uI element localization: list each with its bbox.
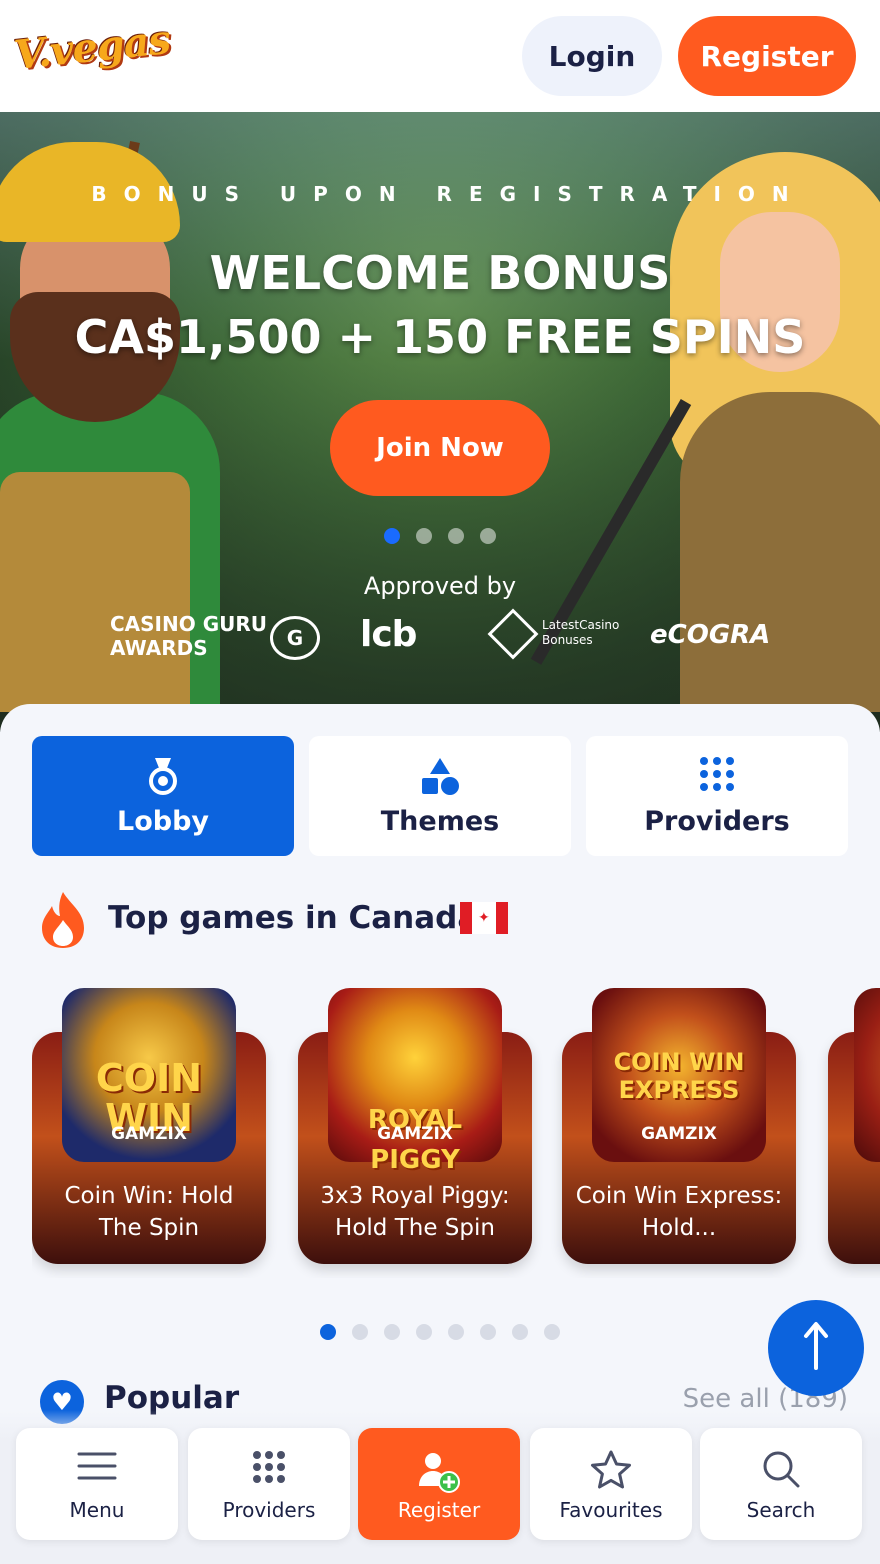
flame-icon bbox=[42, 892, 84, 948]
game-thumbnail[interactable] bbox=[854, 988, 880, 1162]
grid-icon bbox=[253, 1451, 285, 1483]
top-games-pagination bbox=[320, 1324, 560, 1340]
game-provider-brand: GAMZIX bbox=[111, 1124, 187, 1144]
banner-bonus-amount: CA$1,500 + 150 FREE SPINS bbox=[74, 310, 806, 364]
arrow-up-icon bbox=[804, 1322, 828, 1370]
top-games-title: Top games in Canada bbox=[108, 900, 479, 936]
games-page-dot[interactable] bbox=[448, 1324, 464, 1340]
nav-favourites[interactable]: Favourites bbox=[530, 1428, 692, 1540]
game-title: Coin Win Express: Hold... bbox=[575, 1183, 783, 1241]
nav-search-label: Search bbox=[746, 1498, 816, 1522]
approved-by-label: Approved by bbox=[363, 572, 517, 600]
logo-text: V.vegas bbox=[11, 15, 173, 80]
banner-dot-3[interactable] bbox=[448, 528, 464, 544]
scroll-to-top-button[interactable] bbox=[768, 1300, 864, 1396]
search-icon bbox=[763, 1451, 800, 1488]
latest-line1: LatestCasino bbox=[542, 618, 620, 632]
menu-icon bbox=[77, 1452, 117, 1480]
tab-providers[interactable]: Providers bbox=[586, 736, 848, 856]
nav-register[interactable]: Register bbox=[358, 1428, 520, 1540]
latest-line2: Bonuses bbox=[542, 633, 593, 647]
tab-themes-label: Themes bbox=[380, 806, 500, 837]
nav-search[interactable]: Search bbox=[700, 1428, 862, 1540]
game-title: 3x3 Royal Piggy: Hold The Spin bbox=[320, 1183, 510, 1241]
game-thumbnail[interactable]: COIN WIN GAMZIX bbox=[62, 988, 236, 1162]
register-button[interactable]: Register bbox=[678, 16, 856, 96]
nav-register-label: Register bbox=[397, 1498, 481, 1522]
game-provider-brand: GAMZIX bbox=[377, 1124, 453, 1144]
latest-casino-bonuses-logo: LatestCasino Bonuses bbox=[542, 618, 619, 648]
casino-guru-awards-logo: CASINO GURU AWARDS bbox=[110, 612, 267, 660]
games-page-dot[interactable] bbox=[352, 1324, 368, 1340]
game-thumbnail[interactable]: ROYAL PIGGY GAMZIX bbox=[328, 988, 502, 1175]
game-card-partial[interactable] bbox=[828, 988, 880, 1264]
top-games-header: Top games in Canada ✦ bbox=[40, 890, 840, 950]
games-page-dot[interactable] bbox=[384, 1324, 400, 1340]
lcb-logo: lcb bbox=[360, 614, 417, 655]
game-card[interactable]: COIN WIN EXPRESS GAMZIX Coin Win Express… bbox=[562, 988, 796, 1264]
welcome-bonus-banner[interactable]: BONUS UPON REGISTRATION WELCOME BONUS CA… bbox=[0, 112, 880, 732]
banner-dot-2[interactable] bbox=[416, 528, 432, 544]
user-plus-icon bbox=[419, 1453, 460, 1493]
bottom-navigation: Menu Providers Register Favourites Searc… bbox=[0, 1410, 880, 1564]
category-tabs: Lobby Themes Providers bbox=[32, 736, 848, 856]
canada-flag-icon: ✦ bbox=[460, 902, 508, 934]
games-page-dot[interactable] bbox=[512, 1324, 528, 1340]
banner-subtitle: BONUS UPON REGISTRATION bbox=[91, 182, 806, 206]
latest-casino-bonuses-icon bbox=[487, 608, 539, 660]
banner-dot-4[interactable] bbox=[480, 528, 496, 544]
banner-dot-1[interactable] bbox=[384, 528, 400, 544]
nav-menu[interactable]: Menu bbox=[16, 1428, 178, 1540]
tab-themes[interactable]: Themes bbox=[309, 736, 571, 856]
casino-guru-line1: CASINO GURU bbox=[110, 612, 268, 636]
nav-menu-label: Menu bbox=[69, 1498, 125, 1522]
games-page-dot[interactable] bbox=[544, 1324, 560, 1340]
tab-providers-label: Providers bbox=[644, 806, 790, 837]
casino-guru-line2: AWARDS bbox=[110, 636, 208, 660]
banner-pagination bbox=[384, 528, 496, 544]
casino-guru-badge-icon: G bbox=[270, 616, 320, 660]
medal-icon bbox=[149, 758, 177, 795]
tab-lobby[interactable]: Lobby bbox=[32, 736, 294, 856]
game-card[interactable]: COIN WIN GAMZIX Coin Win: Hold The Spin bbox=[32, 988, 266, 1264]
nav-providers[interactable]: Providers bbox=[188, 1428, 350, 1540]
star-icon bbox=[591, 1450, 631, 1489]
grid-icon bbox=[700, 757, 734, 791]
game-card[interactable]: ROYAL PIGGY GAMZIX 3x3 Royal Piggy: Hold… bbox=[298, 988, 532, 1264]
top-games-carousel: COIN WIN GAMZIX Coin Win: Hold The Spin … bbox=[32, 988, 880, 1278]
game-provider-brand: GAMZIX bbox=[641, 1124, 717, 1144]
shapes-icon bbox=[422, 758, 459, 795]
partner-logos: CASINO GURU AWARDS G lcb LatestCasino Bo… bbox=[110, 608, 790, 662]
site-header: V.vegas Login Register bbox=[0, 0, 880, 112]
games-page-dot[interactable] bbox=[320, 1324, 336, 1340]
nav-providers-label: Providers bbox=[222, 1498, 316, 1522]
game-thumbnail-title: COIN WIN EXPRESS bbox=[613, 1048, 745, 1104]
games-page-dot[interactable] bbox=[480, 1324, 496, 1340]
tab-lobby-label: Lobby bbox=[116, 806, 209, 837]
join-now-button[interactable]: Join Now bbox=[330, 400, 550, 496]
nav-favourites-label: Favourites bbox=[559, 1498, 663, 1522]
vvegas-logo[interactable]: V.vegas bbox=[11, 15, 174, 96]
game-thumbnail[interactable]: COIN WIN EXPRESS GAMZIX bbox=[592, 988, 766, 1162]
banner-title: WELCOME BONUS bbox=[209, 246, 671, 300]
game-title: Coin Win: Hold The Spin bbox=[64, 1183, 234, 1241]
ecogra-logo: eCOGRA bbox=[650, 620, 771, 650]
login-button[interactable]: Login bbox=[522, 16, 662, 96]
games-page-dot[interactable] bbox=[416, 1324, 432, 1340]
